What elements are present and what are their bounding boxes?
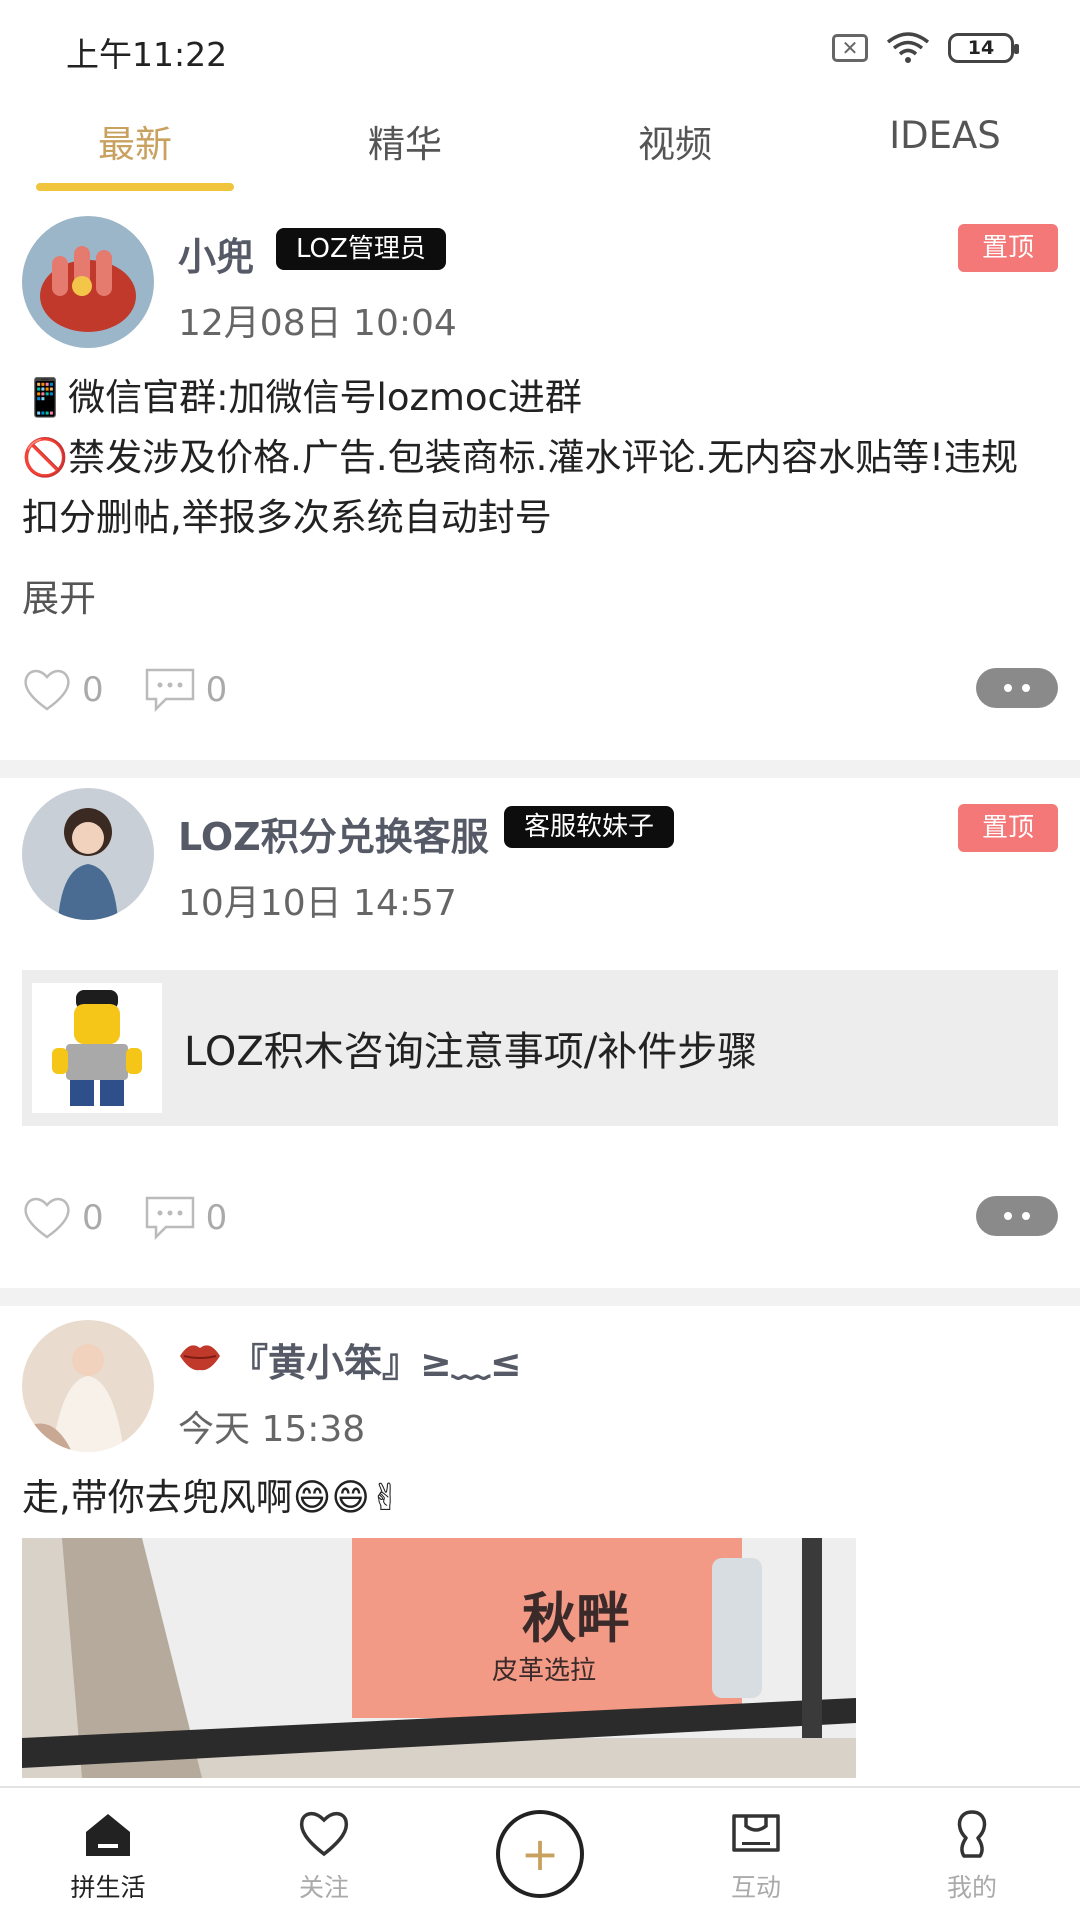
comment-count: 0 [205,1198,228,1238]
comment-button[interactable]: 0 [144,667,228,713]
nav-home[interactable]: 拼生活 [0,1788,216,1920]
photo-sign-text: 秋畔 [522,1586,630,1650]
no-sim-icon: ✕ [832,34,868,62]
like-button[interactable]: 0 [22,667,104,713]
like-count: 0 [82,670,104,710]
avatar[interactable] [22,216,154,348]
post-time: 今天 15:38 [178,1409,366,1450]
like-count: 0 [82,1198,104,1238]
tab-latest[interactable]: 最新 [0,96,270,192]
post-divider [0,760,1080,778]
heart-icon [24,669,70,711]
link-title: LOZ积木咨询注意事项/补件步骤 [184,1029,758,1075]
comment-count: 0 [205,670,228,710]
post-actions: 0 0 [22,1188,1058,1248]
like-button[interactable]: 0 [22,1195,104,1241]
expand-link[interactable]: 展开 [22,568,96,622]
post-text: 📱微信官群:加微信号lozmoc进群 🚫禁发涉及价格.广告.包装商标.灌水评论.… [22,368,1040,548]
status-time: 上午11:22 [66,35,228,74]
battery-level: 14 [967,37,995,59]
post-text-line: 🚫禁发涉及价格.广告.包装商标.灌水评论.无内容水贴等!违规扣分删帖,举报多次系… [22,436,1018,539]
pinned-badge: 置顶 [958,224,1058,272]
pinned-badge: 置顶 [958,804,1058,852]
post-photo[interactable]: 秋畔 皮革选拉 [22,1538,856,1778]
link-thumbnail [32,983,162,1113]
tab-ideas[interactable]: IDEAS [810,96,1080,192]
active-tab-indicator [36,183,234,191]
post-time: 10月10日 14:57 [178,883,457,924]
dot-icon [1004,684,1012,692]
comment-button[interactable]: 0 [144,1195,228,1241]
avatar[interactable] [22,788,154,920]
home-icon [86,1814,130,1856]
tab-video[interactable]: 视频 [540,96,810,192]
profile-icon [957,1810,987,1858]
heart-icon [24,1197,70,1239]
post-text-line: 📱微信官群:加微信号lozmoc进群 [22,376,582,419]
author-name[interactable]: 小兜 [178,226,254,281]
nav-mine[interactable]: 我的 [864,1788,1080,1920]
photo-sign-subtext: 皮革选拉 [492,1656,597,1686]
nav-label: 互动 [730,1873,781,1902]
author-name[interactable]: 『黄小笨』≥﹏≤ [230,1332,522,1387]
lips-icon [180,1345,220,1371]
dot-icon [1004,1212,1012,1220]
post-card[interactable]: LOZ积分兑换客服 客服软妹子 置顶 10月10日 14:57 LOZ积木咨询注… [0,778,1080,1288]
link-card[interactable]: LOZ积木咨询注意事项/补件步骤 [22,970,1058,1126]
wifi-icon [886,32,930,63]
status-bar: 上午11:22 ✕ 14 [0,0,1080,96]
post-feed: 小兜 LOZ管理员 置顶 12月08日 10:04 📱微信官群:加微信号lozm… [0,210,1080,1826]
role-badge: LOZ管理员 [276,228,446,270]
dot-icon [1022,684,1030,692]
post-text: 走,带你去兜风啊😄😄✌ [22,1476,401,1519]
nav-label: 我的 [946,1873,997,1902]
nav-follow[interactable]: 关注 [216,1788,432,1920]
post-actions: 0 0 [22,660,1058,720]
message-box-icon [732,1814,780,1852]
nav-interaction[interactable]: 互动 [648,1788,864,1920]
bottom-navigation: 拼生活 关注 + 互动 我的 [0,1786,1080,1920]
nav-label: 关注 [298,1873,349,1902]
status-icons: ✕ 14 [832,32,1019,64]
comment-icon [145,668,194,713]
post-divider [0,1288,1080,1306]
post-card[interactable]: 小兜 LOZ管理员 置顶 12月08日 10:04 📱微信官群:加微信号lozm… [0,210,1080,760]
battery-icon: 14 [948,33,1019,63]
post-card[interactable]: 『黄小笨』≥﹏≤ 今天 15:38 走,带你去兜风啊😄😄✌ 秋畔 皮革选拉 [0,1306,1080,1826]
add-icon: + [496,1810,584,1898]
role-badge: 客服软妹子 [504,806,675,848]
avatar[interactable] [22,1320,154,1452]
nav-add[interactable]: + [432,1788,648,1920]
tab-featured[interactable]: 精华 [270,96,540,192]
dot-icon [1022,1212,1030,1220]
comment-icon [145,1196,194,1241]
more-options-button[interactable] [976,1196,1058,1236]
nav-label: 拼生活 [70,1873,146,1902]
author-name[interactable]: LOZ积分兑换客服 [178,806,489,861]
post-time: 12月08日 10:04 [178,303,457,344]
feed-tabs: 最新 精华 视频 IDEAS [0,96,1080,192]
heart-icon [299,1812,349,1857]
more-options-button[interactable] [976,668,1058,708]
